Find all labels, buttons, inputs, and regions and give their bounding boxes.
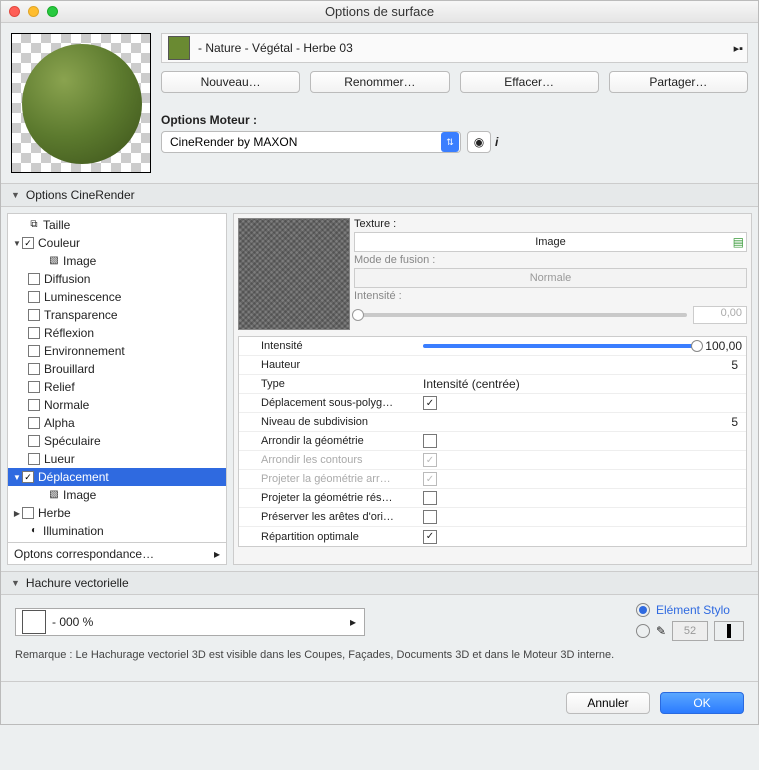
hachure-select[interactable]: - 000 % ▸ bbox=[15, 608, 365, 636]
material-path-bar[interactable]: - Nature - Végétal - Herbe 03 ▸▪ bbox=[161, 33, 748, 63]
tree-item-deplacement-image[interactable]: ▧Image bbox=[8, 486, 226, 504]
cinerender-section-header[interactable]: ▼ Options CineRender bbox=[1, 183, 758, 207]
preview-eye-button[interactable]: ◉ bbox=[467, 131, 491, 153]
section-title: Options CineRender bbox=[26, 188, 135, 202]
tree-item-relief[interactable]: Relief bbox=[8, 378, 226, 396]
element-stylo-label: Elément Stylo bbox=[656, 603, 730, 617]
material-preview bbox=[11, 33, 151, 173]
tree-item-couleur-image[interactable]: ▧Image bbox=[8, 252, 226, 270]
hachure-section-header[interactable]: ▼ Hachure vectorielle bbox=[1, 571, 758, 595]
section-title: Hachure vectorielle bbox=[26, 576, 129, 590]
prop-arrondir-geo[interactable]: Arrondir la géométrie bbox=[239, 432, 746, 451]
tree-item-reflexion[interactable]: Réflexion bbox=[8, 324, 226, 342]
info-icon[interactable]: i bbox=[495, 135, 511, 149]
disclosure-triangle-icon: ▼ bbox=[11, 578, 20, 588]
properties-panel: Texture : Image▤ Mode de fusion : Normal… bbox=[233, 213, 752, 565]
hachure-value: - 000 % bbox=[52, 615, 93, 629]
titlebar: Options de surface bbox=[1, 1, 758, 23]
prop-projeter-arr: Projeter la géométrie arr… ✓ bbox=[239, 470, 746, 489]
material-path-label: - Nature - Végétal - Herbe 03 bbox=[198, 41, 353, 55]
pen-icon: ✎ bbox=[656, 624, 666, 638]
correspondance-menu[interactable]: Optons correspondance…▸ bbox=[8, 542, 226, 564]
tree-item-deplacement[interactable]: ▼✓Déplacement bbox=[8, 468, 226, 486]
checkbox-checked-icon[interactable]: ✓ bbox=[423, 396, 437, 410]
window-title: Options de surface bbox=[1, 4, 758, 19]
tree-item-luminescence[interactable]: Luminescence bbox=[8, 288, 226, 306]
pen-number: 52 bbox=[672, 621, 708, 641]
prop-type[interactable]: Type Intensité (centrée) bbox=[239, 375, 746, 394]
chevron-right-icon: ▸ bbox=[350, 615, 356, 629]
tree-item-taille[interactable]: ⧉Taille bbox=[8, 216, 226, 234]
intensity-slider bbox=[354, 313, 687, 317]
ok-button[interactable]: OK bbox=[660, 692, 744, 714]
delete-button[interactable]: Effacer… bbox=[460, 71, 599, 93]
tree-item-normale[interactable]: Normale bbox=[8, 396, 226, 414]
texture-label: Texture : bbox=[354, 218, 747, 230]
tree-item-diffusion[interactable]: Diffusion bbox=[8, 270, 226, 288]
texture-preview[interactable] bbox=[238, 218, 350, 330]
prop-niveau-sub[interactable]: Niveau de subdivision 5 bbox=[239, 413, 746, 432]
prop-projeter-res[interactable]: Projeter la géométrie rés… bbox=[239, 489, 746, 508]
disclosure-triangle-icon: ▼ bbox=[11, 190, 20, 200]
hachure-swatch bbox=[22, 610, 46, 634]
texture-select[interactable]: Image▤ bbox=[354, 232, 747, 252]
tree-item-brouillard[interactable]: Brouillard bbox=[8, 360, 226, 378]
tree-item-lueur[interactable]: Lueur bbox=[8, 450, 226, 468]
cancel-button[interactable]: Annuler bbox=[566, 692, 650, 714]
prop-arrondir-contours: Arrondir les contours ✓ bbox=[239, 451, 746, 470]
new-button[interactable]: Nouveau… bbox=[161, 71, 300, 93]
share-button[interactable]: Partager… bbox=[609, 71, 748, 93]
engine-select[interactable]: CineRender by MAXON bbox=[161, 131, 461, 153]
chevron-right-icon: ▸ bbox=[214, 547, 220, 561]
engine-label: Options Moteur : bbox=[161, 113, 257, 127]
tree-item-alpha[interactable]: Alpha bbox=[8, 414, 226, 432]
blend-label: Mode de fusion : bbox=[354, 254, 747, 266]
pick-image-icon[interactable]: ▤ bbox=[733, 235, 744, 249]
intensity-value: 0,00 bbox=[693, 306, 747, 324]
material-swatch bbox=[168, 36, 190, 60]
channel-tree: ⧉Taille ▼✓Couleur ▧Image Diffusion Lumin… bbox=[7, 213, 227, 565]
prop-preserver-aretes[interactable]: Préserver les arêtes d'ori… bbox=[239, 508, 746, 527]
pen-preview[interactable] bbox=[714, 621, 744, 641]
tree-item-transparence[interactable]: Transparence bbox=[8, 306, 226, 324]
prop-intensite[interactable]: Intensité 100,00 bbox=[239, 337, 746, 356]
radio-element-stylo[interactable] bbox=[636, 603, 650, 617]
remark-text: Remarque : Le Hachurage vectoriel 3D est… bbox=[15, 649, 744, 661]
prop-hauteur[interactable]: Hauteur 5 bbox=[239, 356, 746, 375]
tree-item-couleur[interactable]: ▼✓Couleur bbox=[8, 234, 226, 252]
tree-item-illumination[interactable]: ◐Illumination bbox=[8, 522, 226, 540]
blend-select: Normale bbox=[354, 268, 747, 288]
tree-item-speculaire[interactable]: Spéculaire bbox=[8, 432, 226, 450]
go-icon[interactable]: ▸▪ bbox=[734, 42, 743, 55]
rename-button[interactable]: Renommer… bbox=[310, 71, 449, 93]
radio-pen-custom[interactable] bbox=[636, 624, 650, 638]
prop-repartition[interactable]: Répartition optimale ✓ bbox=[239, 527, 746, 546]
tree-item-environnement[interactable]: Environnement bbox=[8, 342, 226, 360]
tree-item-herbe[interactable]: ▶Herbe bbox=[8, 504, 226, 522]
prop-deplacement-sub[interactable]: Déplacement sous-polyg… ✓ bbox=[239, 394, 746, 413]
properties-list: Intensité 100,00 Hauteur 5 Type Intensit… bbox=[238, 336, 747, 547]
intensity-label: Intensité : bbox=[354, 290, 747, 302]
